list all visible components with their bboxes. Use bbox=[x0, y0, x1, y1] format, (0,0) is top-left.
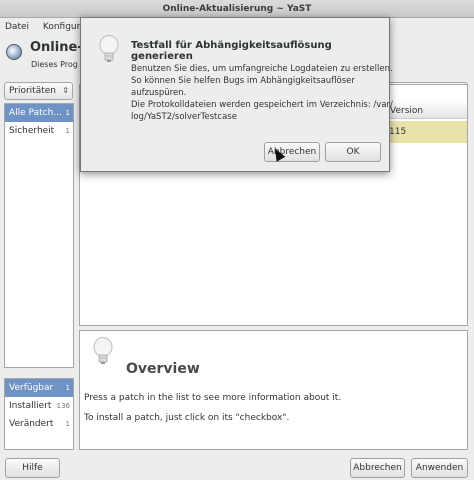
page-subtitle: Dieses Prog bbox=[31, 60, 78, 69]
status-item-label: Verändert bbox=[9, 419, 54, 429]
filter-item-label: Sicherheit bbox=[9, 126, 55, 136]
filter-item-security[interactable]: Sicherheit 1 bbox=[5, 122, 73, 140]
table-cell-version: 115 bbox=[389, 127, 407, 137]
dialog-ok-button[interactable]: OK bbox=[325, 142, 381, 162]
detail-text-line-2: To install a patch, just click on its "c… bbox=[84, 413, 290, 423]
dialog-message-line: Die Protokolldateien werden gespeichert … bbox=[131, 100, 393, 110]
filter-item-label: Alle Patch... bbox=[9, 108, 62, 118]
detail-title: Overview bbox=[126, 361, 200, 377]
dialog-message-line: So können Sie helfen Bugs im Abhängigkei… bbox=[131, 76, 355, 86]
status-item-count: 1 bbox=[65, 420, 70, 428]
filter-item-count: 1 bbox=[65, 109, 70, 117]
help-button[interactable]: Hilfe bbox=[5, 458, 60, 478]
status-item-count: 136 bbox=[56, 402, 70, 410]
lightbulb-icon bbox=[99, 35, 119, 62]
yast-app-icon bbox=[6, 44, 22, 60]
status-item-count: 1 bbox=[65, 384, 70, 392]
detail-text-line-1: Press a patch in the list to see more in… bbox=[84, 393, 342, 403]
window-titlebar: Online-Aktualisierung ~ YaST bbox=[0, 0, 474, 18]
column-header-label: Version bbox=[390, 106, 424, 116]
status-item-available[interactable]: Verfügbar 1 bbox=[5, 379, 73, 397]
status-list: Verfügbar 1 Installiert 136 Verändert 1 bbox=[4, 378, 74, 450]
column-header-version[interactable]: Version bbox=[385, 103, 467, 119]
filter-list: Alle Patch... 1 Sicherheit 1 bbox=[4, 103, 74, 368]
status-item-label: Verfügbar bbox=[9, 383, 54, 393]
status-item-changed[interactable]: Verändert 1 bbox=[5, 415, 73, 433]
testcase-dialog: Testfall für Abhängigkeitsauflösung gene… bbox=[80, 17, 393, 172]
filter-item-all-patches[interactable]: Alle Patch... 1 bbox=[5, 104, 73, 122]
status-item-installed[interactable]: Installiert 136 bbox=[5, 397, 73, 415]
status-item-label: Installiert bbox=[9, 401, 52, 411]
filter-item-count: 1 bbox=[65, 127, 70, 135]
window-title: Online-Aktualisierung ~ YaST bbox=[162, 4, 312, 14]
combo-arrows-icon: ⇕ bbox=[62, 86, 69, 95]
apply-button[interactable]: Anwenden bbox=[411, 458, 468, 478]
filter-combo-value: Prioritäten bbox=[9, 86, 56, 96]
dialog-message-line: aufzuspüren. bbox=[131, 88, 187, 98]
patch-detail-pane: Overview Press a patch in the list to se… bbox=[79, 330, 468, 450]
cancel-button[interactable]: Abbrechen bbox=[350, 458, 405, 478]
lightbulb-icon bbox=[93, 337, 113, 364]
menu-datei[interactable]: Datei bbox=[5, 22, 29, 32]
dialog-message-line: log/YaST2/solverTestcase bbox=[131, 112, 237, 122]
table-row[interactable]: 115 bbox=[385, 121, 467, 143]
filter-combo[interactable]: Prioritäten ⇕ bbox=[4, 82, 73, 100]
dialog-message-line: Benutzen Sie dies, um umfangreiche Logda… bbox=[131, 64, 393, 74]
dialog-title: Testfall für Abhängigkeitsauflösung gene… bbox=[131, 40, 332, 62]
dialog-message: Benutzen Sie dies, um umfangreiche Logda… bbox=[131, 63, 393, 123]
